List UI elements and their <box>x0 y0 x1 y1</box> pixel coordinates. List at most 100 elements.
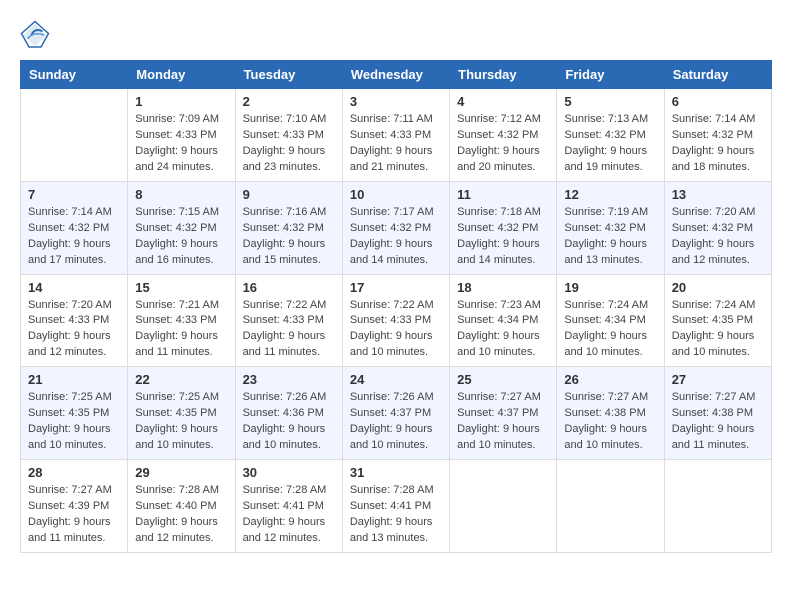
weekday-header-tuesday: Tuesday <box>235 61 342 89</box>
day-number: 9 <box>243 187 335 202</box>
calendar-cell: 3 Sunrise: 7:11 AM Sunset: 4:33 PM Daylig… <box>342 89 449 182</box>
day-info: Sunrise: 7:09 AM Sunset: 4:33 PM Dayligh… <box>135 112 227 176</box>
calendar-cell: 28 Sunrise: 7:27 AM Sunset: 4:39 PM Dayli… <box>21 460 128 553</box>
calendar-cell: 26Sunrise: 7:27 AM Sunset: 4:38 PM Dayli… <box>557 367 664 460</box>
day-info: Sunrise: 7:16 AM Sunset: 4:32 PM Dayligh… <box>243 205 335 269</box>
calendar-cell: 24 Sunrise: 7:26 AM Sunset: 4:37 PM Dayli… <box>342 367 449 460</box>
day-info: Sunrise: 7:22 AM Sunset: 4:33 PM Dayligh… <box>350 298 442 362</box>
day-number: 13 <box>672 187 764 202</box>
calendar-cell: 7Sunrise: 7:14 AM Sunset: 4:32 PM Daylig… <box>21 181 128 274</box>
calendar-cell: 30 Sunrise: 7:28 AM Sunset: 4:41 PM Dayli… <box>235 460 342 553</box>
day-number: 11 <box>457 187 549 202</box>
day-info: Sunrise: 7:21 AM Sunset: 4:33 PM Dayligh… <box>135 298 227 362</box>
day-info: Sunrise: 7:27 AM Sunset: 4:37 PM Dayligh… <box>457 390 549 454</box>
day-number: 28 <box>28 465 120 480</box>
calendar-cell: 22 Sunrise: 7:25 AM Sunset: 4:35 PM Dayli… <box>128 367 235 460</box>
calendar-cell: 23 Sunrise: 7:26 AM Sunset: 4:36 PM Dayli… <box>235 367 342 460</box>
calendar-cell: 11 Sunrise: 7:18 AM Sunset: 4:32 PM Dayli… <box>450 181 557 274</box>
day-info: Sunrise: 7:13 AM Sunset: 4:32 PM Dayligh… <box>564 112 656 176</box>
day-info: Sunrise: 7:19 AM Sunset: 4:32 PM Dayligh… <box>564 205 656 269</box>
calendar-cell: 21 Sunrise: 7:25 AM Sunset: 4:35 PM Dayli… <box>21 367 128 460</box>
day-number: 15 <box>135 280 227 295</box>
day-number: 10 <box>350 187 442 202</box>
calendar-cell: 29Sunrise: 7:28 AM Sunset: 4:40 PM Dayli… <box>128 460 235 553</box>
day-number: 23 <box>243 372 335 387</box>
day-number: 20 <box>672 280 764 295</box>
calendar-cell: 19 Sunrise: 7:24 AM Sunset: 4:34 PM Dayli… <box>557 274 664 367</box>
day-number: 3 <box>350 94 442 109</box>
day-info: Sunrise: 7:26 AM Sunset: 4:36 PM Dayligh… <box>243 390 335 454</box>
day-info: Sunrise: 7:26 AM Sunset: 4:37 PM Dayligh… <box>350 390 442 454</box>
calendar-cell: 2 Sunrise: 7:10 AM Sunset: 4:33 PM Daylig… <box>235 89 342 182</box>
calendar-cell: 27 Sunrise: 7:27 AM Sunset: 4:38 PM Dayli… <box>664 367 771 460</box>
calendar-cell: 1 Sunrise: 7:09 AM Sunset: 4:33 PM Daylig… <box>128 89 235 182</box>
day-number: 18 <box>457 280 549 295</box>
calendar-cell: 10Sunrise: 7:17 AM Sunset: 4:32 PM Dayli… <box>342 181 449 274</box>
calendar-week-row: 7Sunrise: 7:14 AM Sunset: 4:32 PM Daylig… <box>21 181 772 274</box>
day-number: 8 <box>135 187 227 202</box>
day-number: 30 <box>243 465 335 480</box>
day-info: Sunrise: 7:12 AM Sunset: 4:32 PM Dayligh… <box>457 112 549 176</box>
day-info: Sunrise: 7:14 AM Sunset: 4:32 PM Dayligh… <box>672 112 764 176</box>
day-info: Sunrise: 7:24 AM Sunset: 4:35 PM Dayligh… <box>672 298 764 362</box>
calendar-cell: 6 Sunrise: 7:14 AM Sunset: 4:32 PM Daylig… <box>664 89 771 182</box>
calendar-cell: 12 Sunrise: 7:19 AM Sunset: 4:32 PM Dayli… <box>557 181 664 274</box>
calendar-cell: 31Sunrise: 7:28 AM Sunset: 4:41 PM Dayli… <box>342 460 449 553</box>
day-number: 2 <box>243 94 335 109</box>
calendar-cell: 14Sunrise: 7:20 AM Sunset: 4:33 PM Dayli… <box>21 274 128 367</box>
calendar-cell <box>21 89 128 182</box>
day-number: 27 <box>672 372 764 387</box>
day-info: Sunrise: 7:24 AM Sunset: 4:34 PM Dayligh… <box>564 298 656 362</box>
calendar-header-row: SundayMondayTuesdayWednesdayThursdayFrid… <box>21 61 772 89</box>
day-info: Sunrise: 7:28 AM Sunset: 4:41 PM Dayligh… <box>350 483 442 547</box>
day-number: 4 <box>457 94 549 109</box>
weekday-header-thursday: Thursday <box>450 61 557 89</box>
day-info: Sunrise: 7:18 AM Sunset: 4:32 PM Dayligh… <box>457 205 549 269</box>
weekday-header-saturday: Saturday <box>664 61 771 89</box>
calendar-cell <box>557 460 664 553</box>
day-number: 24 <box>350 372 442 387</box>
calendar-cell <box>664 460 771 553</box>
calendar-cell: 25 Sunrise: 7:27 AM Sunset: 4:37 PM Dayli… <box>450 367 557 460</box>
day-info: Sunrise: 7:10 AM Sunset: 4:33 PM Dayligh… <box>243 112 335 176</box>
calendar-cell <box>450 460 557 553</box>
day-info: Sunrise: 7:23 AM Sunset: 4:34 PM Dayligh… <box>457 298 549 362</box>
weekday-header-monday: Monday <box>128 61 235 89</box>
calendar-week-row: 21 Sunrise: 7:25 AM Sunset: 4:35 PM Dayli… <box>21 367 772 460</box>
day-number: 25 <box>457 372 549 387</box>
weekday-header-sunday: Sunday <box>21 61 128 89</box>
calendar-cell: 4 Sunrise: 7:12 AM Sunset: 4:32 PM Daylig… <box>450 89 557 182</box>
calendar-cell: 13 Sunrise: 7:20 AM Sunset: 4:32 PM Dayli… <box>664 181 771 274</box>
day-number: 5 <box>564 94 656 109</box>
day-info: Sunrise: 7:25 AM Sunset: 4:35 PM Dayligh… <box>28 390 120 454</box>
calendar-cell: 17 Sunrise: 7:22 AM Sunset: 4:33 PM Dayli… <box>342 274 449 367</box>
day-info: Sunrise: 7:15 AM Sunset: 4:32 PM Dayligh… <box>135 205 227 269</box>
day-info: Sunrise: 7:20 AM Sunset: 4:32 PM Dayligh… <box>672 205 764 269</box>
calendar-week-row: 1 Sunrise: 7:09 AM Sunset: 4:33 PM Daylig… <box>21 89 772 182</box>
calendar-cell: 18 Sunrise: 7:23 AM Sunset: 4:34 PM Dayli… <box>450 274 557 367</box>
day-info: Sunrise: 7:22 AM Sunset: 4:33 PM Dayligh… <box>243 298 335 362</box>
day-info: Sunrise: 7:27 AM Sunset: 4:38 PM Dayligh… <box>564 390 656 454</box>
day-info: Sunrise: 7:27 AM Sunset: 4:38 PM Dayligh… <box>672 390 764 454</box>
calendar-cell: 15 Sunrise: 7:21 AM Sunset: 4:33 PM Dayli… <box>128 274 235 367</box>
calendar-cell: 20 Sunrise: 7:24 AM Sunset: 4:35 PM Dayli… <box>664 274 771 367</box>
weekday-header-friday: Friday <box>557 61 664 89</box>
day-number: 19 <box>564 280 656 295</box>
day-number: 6 <box>672 94 764 109</box>
page-header <box>20 20 772 50</box>
day-info: Sunrise: 7:27 AM Sunset: 4:39 PM Dayligh… <box>28 483 120 547</box>
day-number: 21 <box>28 372 120 387</box>
day-info: Sunrise: 7:20 AM Sunset: 4:33 PM Dayligh… <box>28 298 120 362</box>
calendar-cell: 8 Sunrise: 7:15 AM Sunset: 4:32 PM Daylig… <box>128 181 235 274</box>
day-info: Sunrise: 7:11 AM Sunset: 4:33 PM Dayligh… <box>350 112 442 176</box>
day-number: 22 <box>135 372 227 387</box>
calendar-week-row: 14Sunrise: 7:20 AM Sunset: 4:33 PM Dayli… <box>21 274 772 367</box>
day-number: 17 <box>350 280 442 295</box>
day-number: 16 <box>243 280 335 295</box>
day-info: Sunrise: 7:25 AM Sunset: 4:35 PM Dayligh… <box>135 390 227 454</box>
day-number: 1 <box>135 94 227 109</box>
logo-icon <box>20 20 50 50</box>
day-number: 12 <box>564 187 656 202</box>
day-info: Sunrise: 7:28 AM Sunset: 4:41 PM Dayligh… <box>243 483 335 547</box>
calendar-cell: 9 Sunrise: 7:16 AM Sunset: 4:32 PM Daylig… <box>235 181 342 274</box>
